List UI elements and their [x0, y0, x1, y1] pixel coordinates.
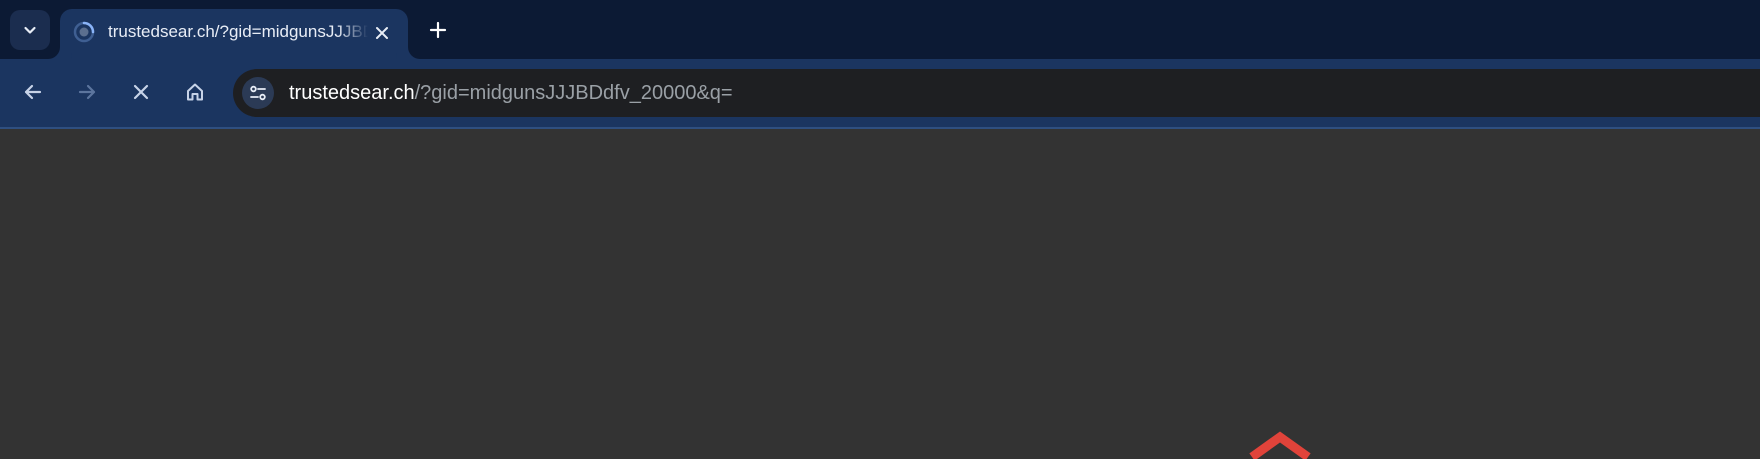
back-button[interactable]	[17, 76, 49, 108]
browser-toolbar: trustedsear.ch/?gid=midgunsJJJBDdfv_2000…	[0, 59, 1760, 129]
page-content	[0, 129, 1760, 459]
home-icon	[187, 83, 203, 101]
tab-close-button[interactable]	[368, 19, 396, 47]
tab-strip: trustedsear.ch/?gid=midgunsJJJBDdfv_2000…	[0, 0, 1760, 59]
url-path: /?gid=midgunsJJJBDdfv_20000&q=	[414, 82, 733, 104]
site-info-button[interactable]	[242, 77, 274, 109]
arrow-right-icon	[78, 84, 96, 100]
arrow-left-icon	[24, 84, 42, 100]
chevron-down-icon	[24, 26, 36, 34]
stop-button[interactable]	[125, 76, 157, 108]
url-host: trustedsear.ch	[289, 82, 415, 104]
globe-icon	[73, 21, 95, 43]
home-button[interactable]	[179, 76, 211, 108]
active-tab[interactable]: trustedsear.ch/?gid=midgunsJJJBDdfv_2000…	[60, 9, 408, 59]
url-text[interactable]: trustedsear.ch/?gid=midgunsJJJBDdfv_2000…	[289, 82, 733, 105]
tune-icon	[250, 85, 266, 101]
forward-button[interactable]	[71, 76, 103, 108]
new-tab-button[interactable]	[422, 14, 454, 46]
close-icon	[133, 84, 149, 100]
tab-title: trustedsear.ch/?gid=midgunsJJJBDdfv_2000…	[108, 22, 368, 41]
address-bar[interactable]: trustedsear.ch/?gid=midgunsJJJBDdfv_2000…	[233, 69, 1760, 117]
loading-spinner-icon	[1249, 431, 1311, 459]
tab-search-button[interactable]	[10, 10, 50, 50]
plus-icon	[429, 21, 447, 39]
close-icon	[376, 27, 388, 39]
